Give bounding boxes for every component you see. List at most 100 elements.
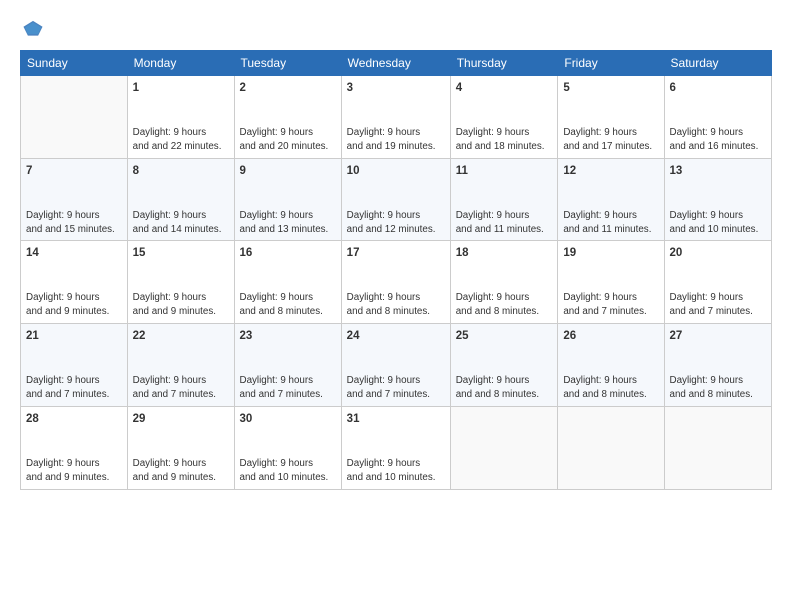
calendar-cell: 15Daylight: 9 hoursand and 9 minutes.	[127, 241, 234, 324]
daylight-text: Daylight: 9 hours	[563, 210, 637, 221]
daylight-text: Daylight: 9 hours	[347, 210, 421, 221]
daylight-text: Daylight: 9 hours	[347, 127, 421, 138]
day-info: Daylight: 9 hoursand and 10 minutes.	[347, 429, 445, 485]
day-info: Daylight: 9 hoursand and 12 minutes.	[347, 181, 445, 237]
day-info: Daylight: 9 hoursand and 19 minutes.	[347, 98, 445, 154]
header	[20, 18, 772, 40]
calendar-cell: 14 Daylight: 9 hours and and 9 minutes.	[21, 241, 128, 324]
day-info: Daylight: 9 hours and and 8 minutes.	[456, 346, 553, 402]
calendar-table: SundayMondayTuesdayWednesdayThursdayFrid…	[20, 50, 772, 490]
daylight-text: Daylight: 9 hours	[670, 292, 744, 303]
day-info: Daylight: 9 hoursand and 7 minutes.	[563, 264, 658, 320]
daylight-minutes: and and 7 minutes.	[347, 389, 430, 400]
day-number: 25	[456, 328, 553, 344]
daylight-minutes: and and 8 minutes.	[563, 389, 646, 400]
day-number: 14	[26, 245, 122, 261]
day-number: 27	[670, 328, 766, 344]
calendar-cell: 16 Daylight: 9 hours and and 8 minutes.	[234, 241, 341, 324]
weekday-header-sunday: Sunday	[21, 51, 128, 76]
daylight-text: Daylight: 9 hours	[240, 127, 314, 138]
day-info: Daylight: 9 hours and and 8 minutes.	[240, 264, 336, 320]
day-number: 10	[347, 163, 445, 179]
daylight-minutes: and and 7 minutes.	[240, 389, 323, 400]
daylight-minutes: and and 8 minutes.	[240, 306, 323, 317]
daylight-text: Daylight: 9 hours	[456, 292, 530, 303]
daylight-text: Daylight: 9 hours	[26, 292, 100, 303]
logo	[20, 18, 44, 40]
day-info: Daylight: 9 hours and and 7 minutes.	[240, 346, 336, 402]
calendar-cell: 27Daylight: 9 hoursand and 8 minutes.	[664, 324, 771, 407]
calendar-cell: 2Daylight: 9 hoursand and 20 minutes.	[234, 76, 341, 159]
calendar-row-2: 14Daylight: 9 hoursand and 9 minutes.15D…	[21, 241, 772, 324]
calendar-cell: 3Daylight: 9 hoursand and 19 minutes.	[341, 76, 450, 159]
calendar-row-3: 21Daylight: 9 hoursand and 7 minutes.22D…	[21, 324, 772, 407]
calendar-cell: 10 Daylight: 9 hoursand and 12 minutes.	[341, 158, 450, 241]
daylight-text: Daylight: 9 hours	[133, 458, 207, 469]
day-number: 23	[240, 328, 336, 344]
daylight-text: Daylight: 9 hours	[133, 210, 207, 221]
day-info: Daylight: 9 hoursand and 7 minutes.	[133, 346, 229, 402]
calendar-cell: 24 Daylight: 9 hours and and 7 minutes.	[341, 324, 450, 407]
calendar-cell: 19Daylight: 9 hoursand and 7 minutes.	[558, 241, 664, 324]
calendar-cell: 25 Daylight: 9 hours and and 8 minutes.	[450, 324, 558, 407]
daylight-text: Daylight: 9 hours	[347, 458, 421, 469]
weekday-header-tuesday: Tuesday	[234, 51, 341, 76]
daylight-text: Daylight: 9 hours	[563, 292, 637, 303]
day-number: 9	[240, 163, 336, 179]
day-info: Daylight: 9 hours and and 20 minutes.	[240, 98, 336, 154]
daylight-text: Daylight: 9 hours	[240, 292, 314, 303]
daylight-text: Daylight: 9 hours	[670, 210, 744, 221]
daylight-minutes: and and 7 minutes.	[670, 306, 753, 317]
day-info: Daylight: 9 hoursand and 17 minutes.	[563, 98, 658, 154]
daylight-minutes: and and 20 minutes.	[240, 141, 329, 152]
calendar-cell	[558, 406, 664, 489]
daylight-text: Daylight: 9 hours	[456, 375, 530, 386]
page: SundayMondayTuesdayWednesdayThursdayFrid…	[0, 0, 792, 612]
weekday-header-row: SundayMondayTuesdayWednesdayThursdayFrid…	[21, 51, 772, 76]
calendar-cell: 20Daylight: 9 hoursand and 7 minutes.	[664, 241, 771, 324]
calendar-cell: 13Daylight: 9 hoursand and 10 minutes.	[664, 158, 771, 241]
daylight-text: Daylight: 9 hours	[347, 375, 421, 386]
day-info: Daylight: 9 hoursand and 22 minutes.	[133, 98, 229, 154]
daylight-minutes: and and 18 minutes.	[456, 141, 545, 152]
calendar-cell: 22 Daylight: 9 hoursand and 7 minutes.	[127, 324, 234, 407]
calendar-cell: 1Daylight: 9 hoursand and 22 minutes.	[127, 76, 234, 159]
day-number: 4	[456, 80, 553, 96]
calendar-cell: 28Daylight: 9 hoursand and 9 minutes.	[21, 406, 128, 489]
daylight-minutes: and and 8 minutes.	[456, 389, 539, 400]
daylight-text: Daylight: 9 hours	[347, 292, 421, 303]
calendar-cell: 23 Daylight: 9 hours and and 7 minutes.	[234, 324, 341, 407]
calendar-cell: 21Daylight: 9 hoursand and 7 minutes.	[21, 324, 128, 407]
daylight-minutes: and and 16 minutes.	[670, 141, 759, 152]
daylight-minutes: and and 8 minutes.	[347, 306, 430, 317]
daylight-minutes: and and 10 minutes.	[240, 472, 329, 483]
calendar-cell: 9Daylight: 9 hoursand and 13 minutes.	[234, 158, 341, 241]
daylight-text: Daylight: 9 hours	[563, 375, 637, 386]
day-info: Daylight: 9 hours and and 7 minutes.	[670, 264, 766, 320]
day-number: 31	[347, 411, 445, 427]
daylight-minutes: and and 9 minutes.	[26, 472, 109, 483]
day-info: Daylight: 9 hoursand and 11 minutes.	[456, 181, 553, 237]
daylight-minutes: and and 9 minutes.	[26, 306, 109, 317]
day-info: Daylight: 9 hoursand and 9 minutes.	[133, 264, 229, 320]
daylight-minutes: and and 15 minutes.	[26, 224, 115, 235]
daylight-minutes: and and 9 minutes.	[133, 306, 216, 317]
day-number: 22	[133, 328, 229, 344]
daylight-text: Daylight: 9 hours	[240, 375, 314, 386]
daylight-minutes: and and 7 minutes.	[26, 389, 109, 400]
day-number: 6	[670, 80, 766, 96]
calendar-cell: 5Daylight: 9 hoursand and 17 minutes.	[558, 76, 664, 159]
weekday-header-thursday: Thursday	[450, 51, 558, 76]
calendar-cell: 12Daylight: 9 hoursand and 11 minutes.	[558, 158, 664, 241]
day-number: 24	[347, 328, 445, 344]
weekday-header-saturday: Saturday	[664, 51, 771, 76]
day-number: 21	[26, 328, 122, 344]
day-number: 16	[240, 245, 336, 261]
daylight-text: Daylight: 9 hours	[670, 375, 744, 386]
day-info: Daylight: 9 hoursand and 9 minutes.	[133, 429, 229, 485]
day-info: Daylight: 9 hoursand and 11 minutes.	[563, 181, 658, 237]
daylight-text: Daylight: 9 hours	[133, 375, 207, 386]
daylight-minutes: and and 17 minutes.	[563, 141, 652, 152]
day-info: Daylight: 9 hoursand and 9 minutes.	[26, 429, 122, 485]
daylight-text: Daylight: 9 hours	[133, 127, 207, 138]
